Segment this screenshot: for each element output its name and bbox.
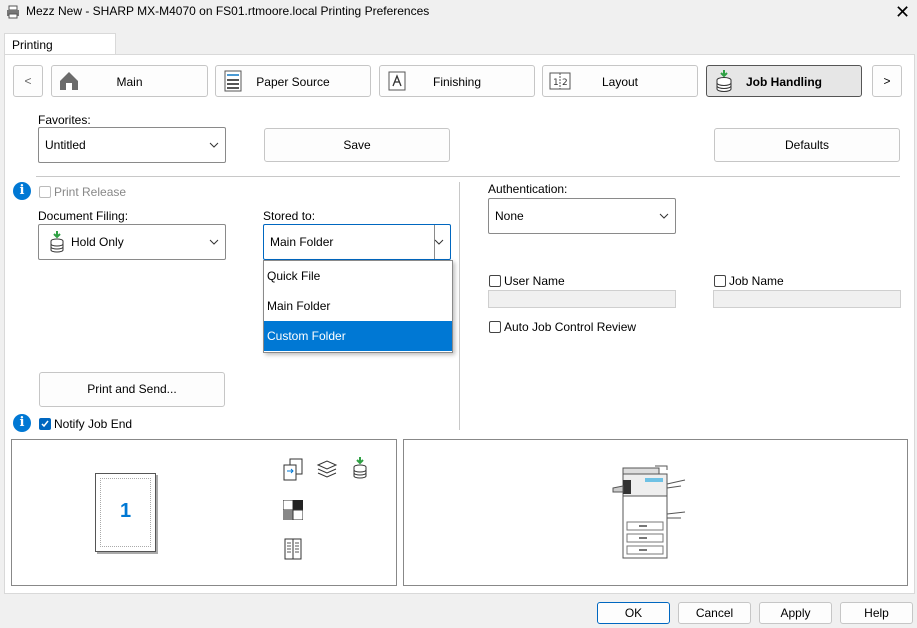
page-number: 1 [119, 500, 132, 522]
cancel-button[interactable]: Cancel [678, 602, 751, 624]
stack-icon [316, 460, 338, 478]
printer-icon [7, 5, 19, 19]
print-release-label: Print Release [54, 185, 127, 199]
apply-button[interactable]: Apply [759, 602, 832, 624]
ok-button[interactable]: OK [597, 602, 670, 624]
chevron-down-icon[interactable] [434, 239, 444, 245]
close-button[interactable]: ✕ [888, 0, 917, 24]
nav-prev-button[interactable]: < [13, 65, 43, 97]
printer-device-icon [612, 465, 686, 559]
document-filing-select[interactable]: Hold Only [38, 224, 226, 260]
hold-storage-icon [353, 457, 367, 479]
print-and-send-button[interactable]: Print and Send... [39, 372, 225, 407]
tab-paper-source[interactable]: Paper Source [215, 65, 371, 97]
user-name-checkbox[interactable] [489, 275, 501, 287]
vertical-divider [459, 182, 460, 430]
defaults-button[interactable]: Defaults [714, 128, 900, 162]
user-name-field[interactable] [488, 290, 676, 308]
stored-to-dropdown: Quick File Main Folder Custom Folder [263, 260, 453, 353]
auto-job-control-review-checkbox[interactable] [489, 321, 501, 333]
tab-main-label: Main [116, 75, 143, 89]
authentication-value: None [495, 209, 524, 223]
tab-finishing-label: Finishing [432, 75, 482, 89]
job-name-checkbox[interactable] [714, 275, 726, 287]
help-button[interactable]: Help [840, 602, 913, 624]
chevron-down-icon [659, 213, 669, 219]
stored-to-value: Main Folder [270, 235, 334, 249]
favorites-label: Favorites: [38, 113, 91, 127]
copies-icon [283, 458, 303, 481]
tab-printing-preferences[interactable]: Printing Preferences [4, 33, 116, 66]
tab-job-handling[interactable]: Job Handling [706, 65, 862, 97]
job-name-label: Job Name [729, 274, 784, 288]
tab-paper-source-label: Paper Source [256, 75, 330, 89]
save-button[interactable]: Save [264, 128, 450, 162]
stored-to-label: Stored to: [263, 209, 316, 223]
document-filing-label: Document Filing: [38, 209, 129, 223]
printer-preview-pane [403, 439, 908, 586]
chevron-down-icon [209, 142, 219, 148]
notify-job-end-label: Notify Job End [54, 417, 133, 431]
info-icon: i [13, 414, 31, 432]
print-release-checkbox[interactable] [39, 186, 51, 198]
tab-main[interactable]: Main [51, 65, 208, 97]
favorites-value: Untitled [45, 138, 86, 152]
info-icon: i [13, 182, 31, 200]
document-filing-value: Hold Only [71, 235, 124, 249]
checkmark-icon [41, 420, 49, 428]
authentication-label: Authentication: [488, 182, 568, 196]
dropdown-option-main-folder[interactable]: Main Folder [264, 291, 452, 321]
color-mode-icon [283, 500, 303, 520]
authentication-select[interactable]: None [488, 198, 676, 234]
horizontal-divider [36, 176, 900, 177]
hold-only-icon [50, 231, 64, 253]
tab-layout-label: Layout [601, 75, 639, 89]
tab-job-handling-label: Job Handling [746, 75, 822, 89]
dropdown-option-custom-folder[interactable]: Custom Folder [264, 321, 452, 351]
chevron-down-icon [209, 239, 219, 245]
page-preview: 1 [95, 473, 156, 552]
job-name-field[interactable] [713, 290, 901, 308]
stored-to-select[interactable]: Main Folder [263, 224, 451, 260]
dropdown-option-quick-file[interactable]: Quick File [264, 261, 452, 291]
auto-job-control-review-label: Auto Job Control Review [504, 320, 637, 334]
notify-job-end-checkbox[interactable] [39, 418, 51, 430]
window-title: Mezz New - SHARP MX-M4070 on FS01.rtmoor… [26, 4, 430, 18]
favorites-select[interactable]: Untitled [38, 127, 226, 163]
nav-next-button[interactable]: > [872, 65, 902, 97]
booklet-icon [284, 538, 302, 560]
title-bar: Mezz New - SHARP MX-M4070 on FS01.rtmoor… [0, 0, 917, 24]
tab-finishing[interactable]: Finishing [379, 65, 535, 97]
user-name-label: User Name [504, 274, 565, 288]
tab-layout[interactable]: 1 2 Layout [542, 65, 698, 97]
document-preview-pane: 1 [11, 439, 397, 586]
